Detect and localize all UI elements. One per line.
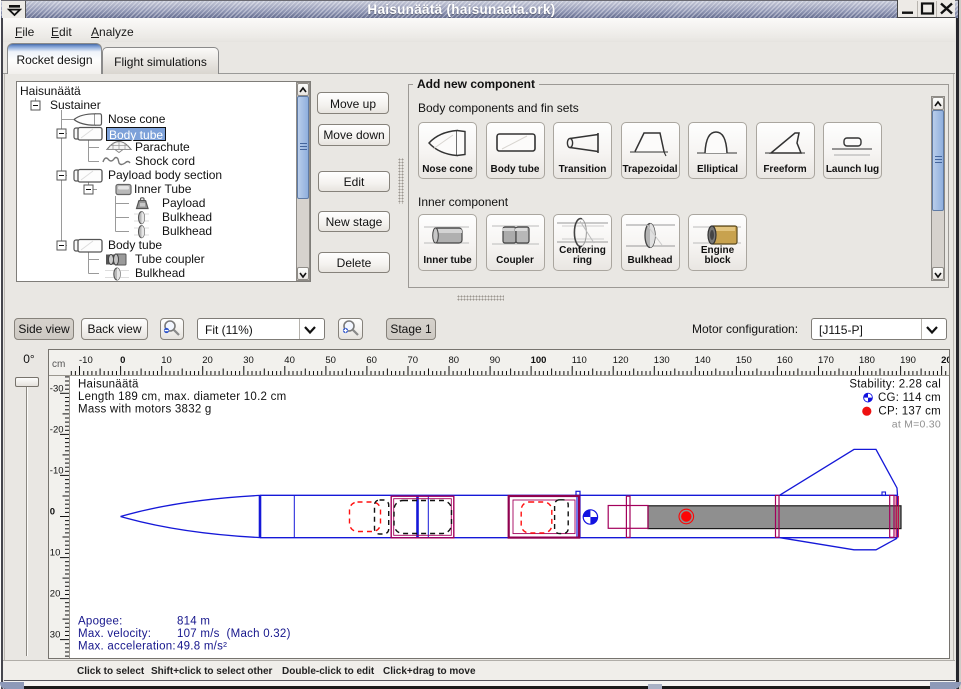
svg-text:0: 0 <box>120 355 125 366</box>
svg-text:107 m/s (Mach 0.32): 107 m/s (Mach 0.32) <box>177 628 291 640</box>
svg-text:60: 60 <box>366 355 377 366</box>
svg-text:180: 180 <box>859 355 875 366</box>
svg-text:10: 10 <box>50 548 61 559</box>
svg-text:cm: cm <box>52 359 65 370</box>
svg-text:40: 40 <box>284 355 295 366</box>
svg-text:90: 90 <box>490 355 501 366</box>
svg-text:30: 30 <box>243 355 254 366</box>
svg-text:Apogee:: Apogee: <box>78 616 123 628</box>
svg-text:30: 30 <box>50 630 61 641</box>
svg-text:20: 20 <box>202 355 213 366</box>
svg-text:Length 189 cm, max. diameter 1: Length 189 cm, max. diameter 10.2 cm <box>78 391 286 403</box>
svg-text:at M=0.30: at M=0.30 <box>892 419 941 431</box>
svg-text:0: 0 <box>50 507 55 518</box>
svg-text:Haisunäätä: Haisunäätä <box>78 379 139 391</box>
svg-text:-20: -20 <box>50 424 64 435</box>
svg-text:814 m: 814 m <box>177 616 210 628</box>
svg-text:20: 20 <box>50 589 61 600</box>
svg-text:10: 10 <box>161 355 172 366</box>
svg-text:CP: 137 cm: CP: 137 cm <box>878 406 941 418</box>
svg-text:120: 120 <box>613 355 629 366</box>
svg-text:Mass with motors 3832 g: Mass with motors 3832 g <box>78 404 212 416</box>
svg-text:150: 150 <box>736 355 752 366</box>
svg-text:49.8 m/s²: 49.8 m/s² <box>177 641 227 653</box>
svg-text:-30: -30 <box>50 383 64 394</box>
svg-text:70: 70 <box>408 355 419 366</box>
svg-text:130: 130 <box>654 355 670 366</box>
svg-text:170: 170 <box>818 355 834 366</box>
svg-text:-10: -10 <box>79 355 93 366</box>
svg-text:110: 110 <box>572 355 587 366</box>
svg-text:190: 190 <box>900 355 916 366</box>
svg-text:Stability: 2.28 cal: Stability: 2.28 cal <box>849 379 941 391</box>
svg-text:50: 50 <box>325 355 336 366</box>
svg-text:160: 160 <box>777 355 793 366</box>
svg-text:CG: 114 cm: CG: 114 cm <box>878 392 941 404</box>
svg-text:Max. acceleration:: Max. acceleration: <box>78 641 176 653</box>
svg-text:140: 140 <box>695 355 711 366</box>
svg-text:80: 80 <box>449 355 460 366</box>
svg-text:100: 100 <box>531 355 547 366</box>
svg-text:-10: -10 <box>50 465 64 476</box>
svg-text:200: 200 <box>941 355 949 366</box>
svg-text:Max. velocity:: Max. velocity: <box>78 628 151 640</box>
